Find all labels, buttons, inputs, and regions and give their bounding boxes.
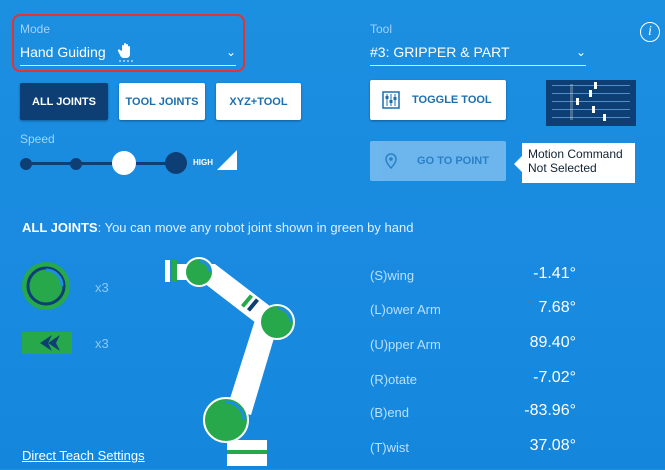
speed-stop-1 bbox=[20, 158, 32, 170]
mode-label: Mode bbox=[20, 22, 51, 36]
robot-arm-diagram bbox=[165, 257, 295, 466]
mode-value: Hand Guiding bbox=[20, 43, 106, 60]
tooltip-line-2: Not Selected bbox=[528, 161, 597, 175]
speed-high-label: HIGH bbox=[193, 158, 213, 167]
joint-value-rotate: -7.02° bbox=[533, 369, 576, 386]
toggle-tool-label: TOGGLE TOOL bbox=[412, 94, 492, 106]
toggle-tool-button[interactable]: TOGGLE TOOL bbox=[370, 80, 506, 120]
go-to-point-label: GO TO POINT bbox=[417, 155, 489, 167]
direct-teach-settings-link[interactable]: Direct Teach Settings bbox=[22, 448, 145, 463]
tool-joints-button[interactable]: TOOL JOINTS bbox=[119, 83, 205, 120]
description-text: : You can move any robot joint shown in … bbox=[97, 220, 414, 235]
speed-track bbox=[26, 162, 176, 165]
joint-value-lower-arm: 7.68° bbox=[538, 299, 576, 316]
joint-value-upper-arm: 89.40° bbox=[529, 334, 576, 351]
sliders-icon bbox=[382, 91, 400, 109]
chevron-down-icon: ⌄ bbox=[575, 44, 586, 59]
tooltip-line-1: Motion Command bbox=[528, 147, 623, 161]
arrow-joint-icon bbox=[22, 332, 72, 354]
joint-name-swing: (S)wing bbox=[370, 268, 415, 283]
motion-command-tooltip: Motion Command Not Selected bbox=[514, 143, 635, 183]
tool-dropdown[interactable]: #3: GRIPPER & PART ⌄ bbox=[370, 38, 586, 66]
joint-name-bend: (B)end bbox=[370, 405, 410, 420]
hand-guiding-icon bbox=[117, 42, 135, 61]
rotate-joint-icon bbox=[22, 262, 70, 310]
arrow-joint-count: x3 bbox=[95, 336, 109, 351]
speed-handle[interactable] bbox=[112, 151, 136, 175]
rotate-joint-count: x3 bbox=[95, 280, 109, 295]
chevron-down-icon: ⌄ bbox=[225, 44, 236, 59]
joint-value-twist: 37.08° bbox=[529, 437, 576, 454]
joint-name-lower-arm: (L)ower Arm bbox=[370, 302, 441, 317]
speed-ramp-icon bbox=[217, 150, 237, 170]
mode-dropdown[interactable]: Hand Guiding ⌄ bbox=[20, 38, 236, 66]
joint-value-bend: -83.96° bbox=[524, 402, 576, 419]
speed-stop-2 bbox=[70, 158, 82, 170]
all-joints-button[interactable]: ALL JOINTS bbox=[20, 83, 108, 120]
info-icon[interactable]: i bbox=[640, 22, 660, 42]
joint-value-swing: -1.41° bbox=[533, 265, 576, 282]
location-pin-icon bbox=[385, 153, 397, 169]
joint-name-rotate: (R)otate bbox=[370, 372, 417, 387]
speed-stop-3 bbox=[165, 152, 187, 174]
go-to-point-button[interactable]: GO TO POINT bbox=[370, 141, 506, 181]
joint-name-upper-arm: (U)pper Arm bbox=[370, 337, 441, 352]
xyz-tool-button[interactable]: XYZ+TOOL bbox=[216, 83, 301, 120]
speed-label: Speed bbox=[20, 132, 55, 146]
joint-position-panel bbox=[546, 80, 636, 126]
description-heading: ALL JOINTS bbox=[22, 220, 98, 235]
joint-name-twist: (T)wist bbox=[370, 440, 409, 455]
mode-description: ALL JOINTS: You can move any robot joint… bbox=[22, 220, 413, 235]
tool-value: #3: GRIPPER & PART bbox=[370, 43, 510, 60]
tool-label: Tool bbox=[370, 22, 393, 36]
